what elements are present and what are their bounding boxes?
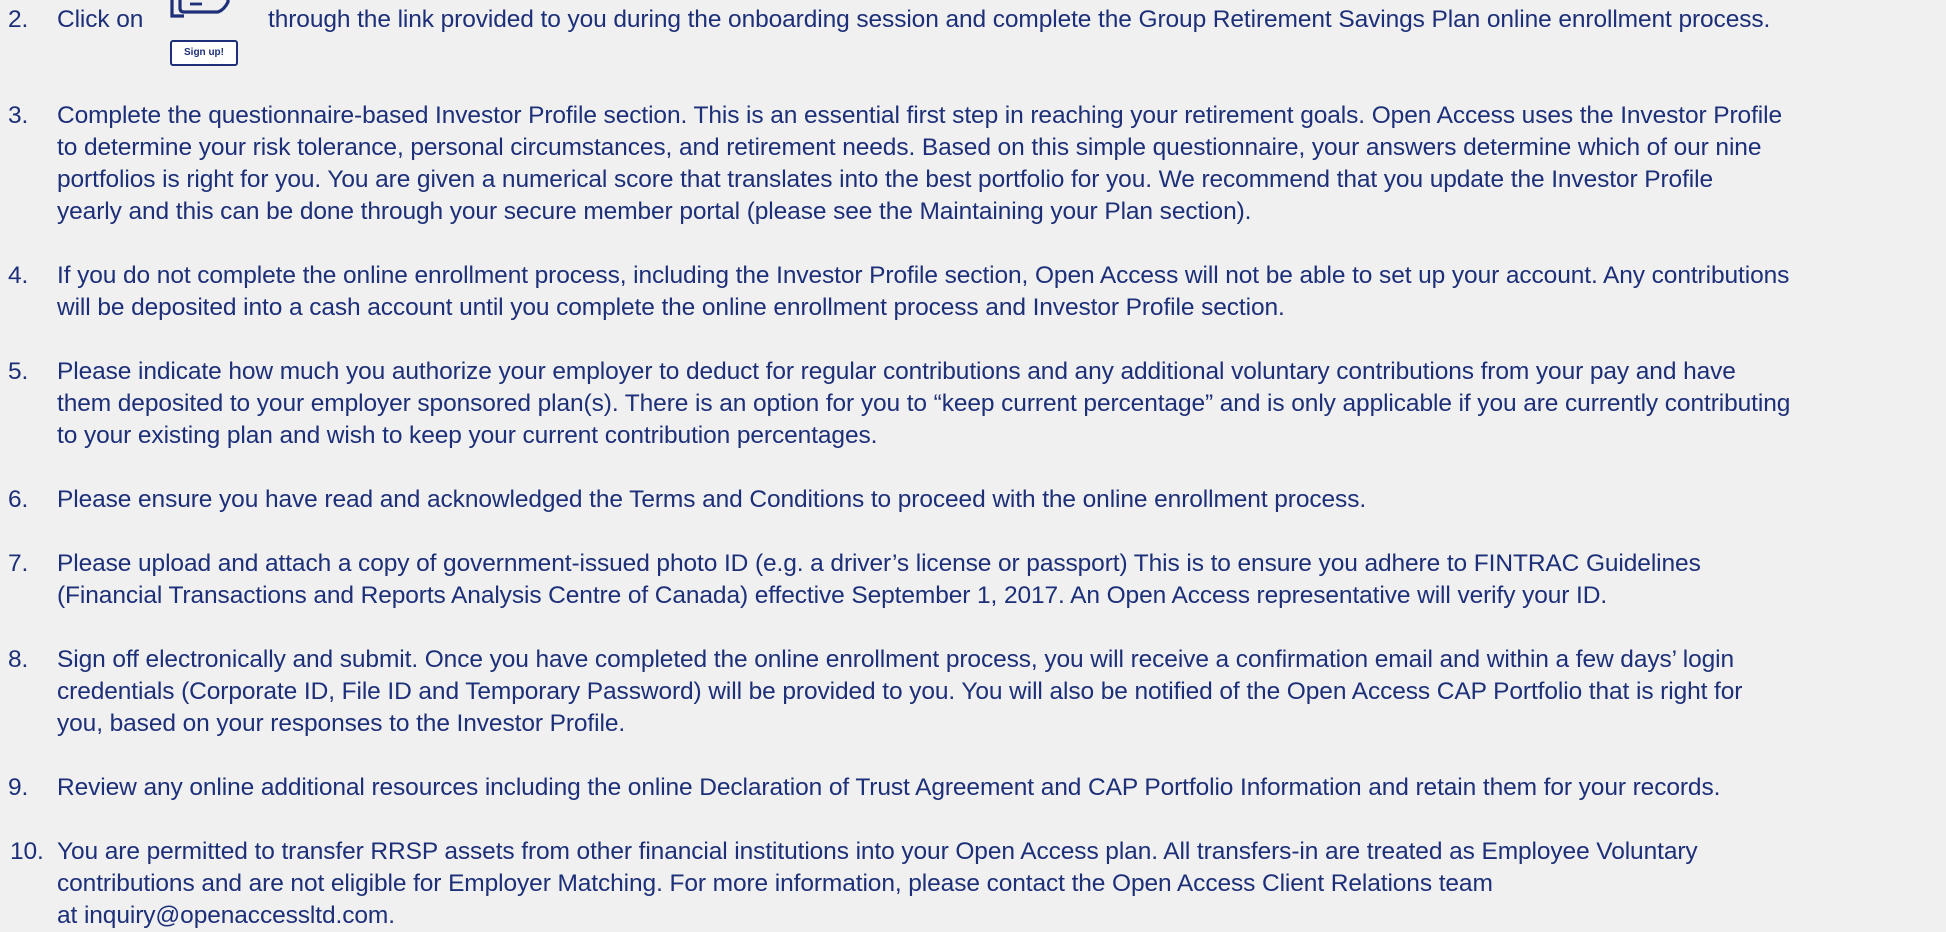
step-line: yearly and this can be done through your… [57,198,1252,225]
step-text: If you do not complete the online enroll… [57,260,1942,324]
step-text: You are permitted to transfer RRSP asset… [57,836,1942,932]
step-text: Sign off electronically and submit. Once… [57,644,1942,740]
step-line: Complete the questionnaire-based Investo… [57,102,1782,129]
step-line: to your existing plan and wish to keep y… [57,422,878,449]
step-line: Please ensure you have read and acknowle… [57,486,1367,513]
step-line: You are permitted to transfer RRSP asset… [57,838,1698,865]
step-line: credentials (Corporate ID, File ID and T… [57,678,1743,705]
step-text: Complete the questionnaire-based Investo… [57,100,1942,228]
step-line: (Financial Transactions and Reports Anal… [57,582,1608,609]
signup-link-button[interactable]: Sign up! [162,0,246,78]
step-2-row: 2. Click on Sign up! through the link pr… [0,0,1946,80]
step-number: 7. [8,550,29,577]
step-number: 9. [8,774,29,801]
signup-badge-label: Sign up! [170,40,238,66]
step-number: 8. [8,646,29,673]
step-line: at inquiry@openaccessltd.com. [57,902,395,929]
step-line: contributions and are not eligible for E… [57,870,1493,897]
step-line: them deposited to your employer sponsore… [57,390,1791,417]
step-number: 5. [8,358,29,385]
document-form-icon [170,0,230,18]
step-line: to determine your risk tolerance, person… [57,134,1762,161]
step-line: If you do not complete the online enroll… [57,262,1790,289]
step-line: Please upload and attach a copy of gover… [57,550,1701,577]
step-number: 2. [8,6,29,33]
step-number: 3. [8,102,29,129]
step-text: Please indicate how much you authorize y… [57,356,1942,452]
step-text: Please upload and attach a copy of gover… [57,548,1942,612]
step-text: Please ensure you have read and acknowle… [57,484,1942,516]
step-2-text-after: through the link provided to you during … [268,6,1771,33]
step-line: Review any online additional resources i… [57,774,1721,801]
step-text: Review any online additional resources i… [57,772,1942,804]
step-line: portfolios is right for you. You are giv… [57,166,1713,193]
step-2-text-before: Click on [57,6,144,33]
step-line: will be deposited into a cash account un… [57,294,1285,321]
step-number: 6. [8,486,29,513]
step-number: 10. [10,838,44,865]
step-line: Please indicate how much you authorize y… [57,358,1736,385]
step-line: Sign off electronically and submit. Once… [57,646,1735,673]
step-number: 4. [8,262,29,289]
step-line: you, based on your responses to the Inve… [57,710,626,737]
